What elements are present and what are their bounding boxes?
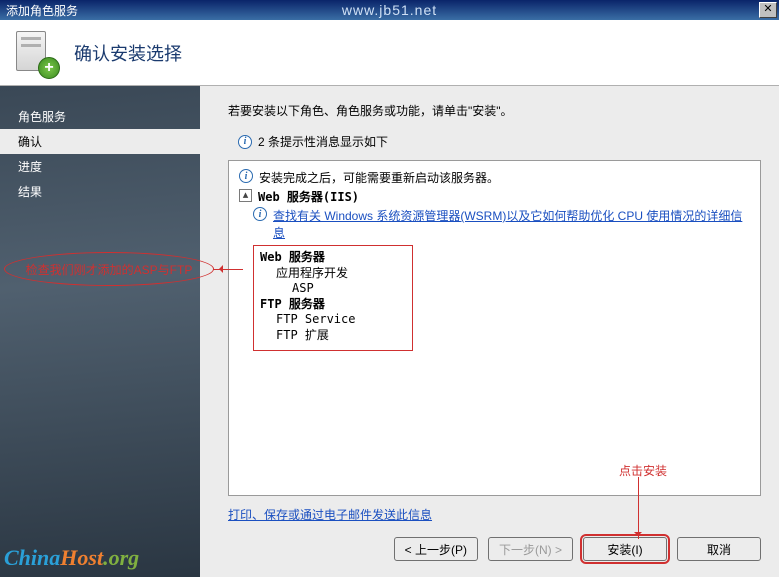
collapse-icon[interactable]: ▴: [239, 189, 252, 202]
watermark-text: www.jb51.net: [342, 2, 437, 18]
instruction-text: 若要安装以下角色、角色服务或功能，请单击"安装"。: [228, 102, 761, 119]
cancel-button[interactable]: 取消: [677, 537, 761, 561]
item-ftp-ext: FTP 扩展: [260, 328, 406, 344]
prev-button[interactable]: < 上一步(P): [394, 537, 478, 561]
info-icon: i: [253, 207, 267, 221]
email-print-link[interactable]: 打印、保存或通过电子邮件发送此信息: [228, 506, 761, 523]
sidebar: 角色服务 确认 进度 结果: [0, 86, 200, 577]
section-heading-iis: Web 服务器(IIS): [258, 188, 359, 205]
page-title: 确认安装选择: [74, 40, 182, 66]
close-button[interactable]: ✕: [759, 2, 777, 18]
sidebar-item-confirm[interactable]: 确认: [0, 129, 200, 154]
button-row: < 上一步(P) 下一步(N) > 安装(I) 取消: [228, 523, 761, 567]
content-box: i 安装完成之后，可能需要重新启动该服务器。 ▴ Web 服务器(IIS) i …: [228, 160, 761, 496]
item-web-server: Web 服务器: [260, 250, 406, 266]
selection-highlight-box: Web 服务器 应用程序开发 ASP FTP 服务器 FTP Service F…: [253, 245, 413, 351]
sidebar-item-results[interactable]: 结果: [0, 179, 200, 204]
asp-ftp-callout-arrow: [213, 269, 243, 270]
item-asp: ASP: [260, 281, 406, 297]
item-ftp-server: FTP 服务器: [260, 297, 406, 313]
sub-instruction: i 2 条提示性消息显示如下: [238, 133, 761, 150]
info-icon: i: [239, 169, 253, 183]
header: + 确认安装选择: [0, 20, 779, 86]
main-panel: 若要安装以下角色、角色服务或功能，请单击"安装"。 i 2 条提示性消息显示如下…: [200, 86, 779, 577]
wsrm-link[interactable]: 查找有关 Windows 系统资源管理器(WSRM)以及它如何帮助优化 CPU …: [273, 207, 750, 241]
server-plus-icon: +: [12, 31, 56, 75]
item-ftp-service: FTP Service: [260, 312, 406, 328]
sub-instruction-text: 2 条提示性消息显示如下: [258, 133, 388, 150]
next-button: 下一步(N) >: [488, 537, 573, 561]
sidebar-item-progress[interactable]: 进度: [0, 154, 200, 179]
titlebar: 添加角色服务 www.jb51.net ✕: [0, 0, 779, 20]
sidebar-item-roleservices[interactable]: 角色服务: [0, 104, 200, 129]
install-button[interactable]: 安装(I): [583, 537, 667, 561]
restart-notice: 安装完成之后，可能需要重新启动该服务器。: [259, 169, 499, 186]
item-app-dev: 应用程序开发: [260, 266, 406, 282]
info-icon: i: [238, 135, 252, 149]
